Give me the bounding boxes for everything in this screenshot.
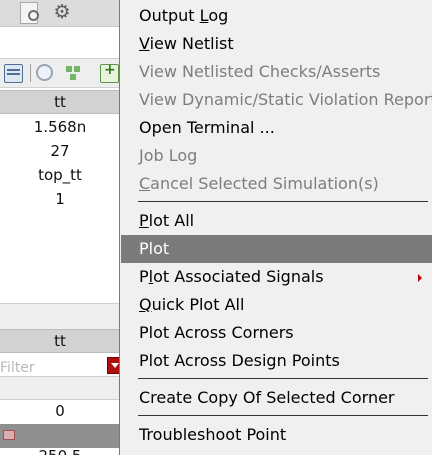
menu-item-label: Plot Across Corners	[139, 323, 294, 342]
menu-item-troubleshoot-point[interactable]: Troubleshoot Point	[121, 421, 432, 449]
grid-group-row	[0, 376, 120, 400]
menu-item-plot[interactable]: Plot	[121, 235, 432, 263]
menu-item-job-log[interactable]: Job Log	[121, 142, 432, 170]
menu-item-label: View Dynamic/Static Violation Report	[139, 90, 432, 109]
filter-input[interactable]: Filter	[0, 356, 106, 374]
menu-item-label: Plot Across Design Points	[139, 351, 340, 370]
menu-separator	[138, 415, 428, 416]
menu-item-plot-associated-signals[interactable]: Plot Associated Signals	[121, 263, 432, 291]
menu-item-label: Output Log	[139, 6, 229, 25]
column-header-bottom[interactable]: tt	[0, 329, 120, 353]
grid-bottom-partial-value: 250.5	[0, 447, 120, 455]
grid-top-value: top_tt	[38, 166, 82, 184]
toolbar-divider	[30, 64, 31, 82]
menu-item-view-netlisted-checks[interactable]: View Netlisted Checks/Asserts	[121, 58, 432, 86]
menu-item-output-log[interactable]: Output Log	[121, 2, 432, 30]
menu-item-view-violation-report[interactable]: View Dynamic/Static Violation Report	[121, 86, 432, 114]
menu-item-label: Plot Associated Signals	[139, 267, 324, 286]
context-menu: Output Log View Netlist View Netlisted C…	[119, 0, 432, 455]
menu-separator	[138, 201, 428, 202]
menu-item-plot-across-design-points[interactable]: Plot Across Design Points	[121, 347, 432, 375]
menu-item-label: Open Terminal ...	[139, 118, 275, 137]
grid-divider-row	[0, 303, 120, 330]
search-page-icon[interactable]	[18, 1, 40, 24]
top-toolbar: ⚙	[0, 0, 120, 27]
menu-item-view-netlist[interactable]: View Netlist	[121, 30, 432, 58]
menu-item-quick-plot-all[interactable]: Quick Plot All	[121, 291, 432, 319]
menu-item-label: View Netlist	[139, 34, 234, 53]
menu-item-label: Cancel Selected Simulation(s)	[139, 174, 379, 193]
gear-icon[interactable]: ⚙	[51, 1, 73, 23]
menu-item-label: Job Log	[139, 146, 198, 165]
menu-item-label: Plot	[139, 239, 170, 258]
menu-separator	[138, 378, 428, 379]
grid-bottom-value: 0	[55, 402, 65, 420]
menu-item-label: View Netlisted Checks/Asserts	[139, 62, 381, 81]
menu-item-label: Create Copy Of Selected Corner	[139, 388, 395, 407]
menu-item-cancel-simulation[interactable]: Cancel Selected Simulation(s)	[121, 170, 432, 198]
database-icon[interactable]	[4, 64, 23, 83]
network-icon[interactable]	[66, 64, 83, 81]
grid-top-value: 1.568n	[33, 118, 87, 136]
background-window: ⚙ tt 1.568n 27 top_tt 1 tt Filter 0 250.…	[0, 0, 120, 455]
menu-item-label: Quick Plot All	[139, 295, 245, 314]
submenu-arrow-icon	[418, 274, 422, 282]
grid-top-value: 27	[50, 142, 70, 160]
column-header-top[interactable]: tt	[0, 90, 120, 114]
add-icon[interactable]	[100, 62, 119, 83]
secondary-toolbar	[0, 58, 120, 88]
menu-item-plot-across-corners[interactable]: Plot Across Corners	[121, 319, 432, 347]
menu-item-label: Troubleshoot Point	[139, 425, 287, 444]
menu-item-label: Plot All	[139, 211, 195, 230]
menu-item-open-terminal[interactable]: Open Terminal ...	[121, 114, 432, 142]
grid-selected-row[interactable]	[0, 424, 120, 448]
disc-icon[interactable]	[36, 64, 53, 81]
flag-icon	[3, 430, 15, 440]
menu-item-create-copy-corner[interactable]: Create Copy Of Selected Corner	[121, 384, 432, 412]
grid-top-value: 1	[55, 190, 65, 208]
menu-item-plot-all[interactable]: Plot All	[121, 207, 432, 235]
